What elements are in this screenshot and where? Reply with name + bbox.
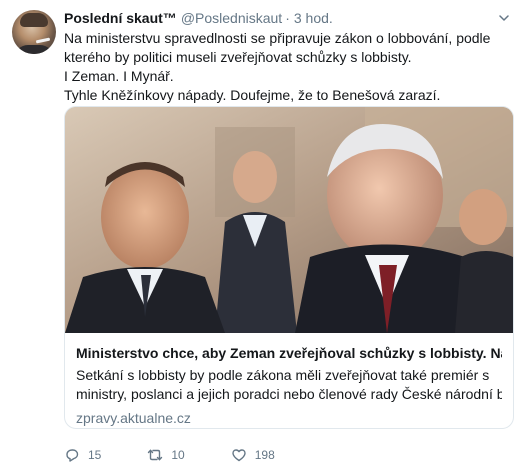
separator-dot: · [285, 10, 290, 26]
card-photo [65, 107, 513, 333]
tweet-header: Poslední skaut™ @Posledniskaut · 3 hod. [64, 9, 514, 27]
timestamp[interactable]: 3 hod. [294, 9, 333, 27]
retweet-count: 10 [171, 448, 185, 462]
avatar-cigarette [35, 37, 51, 44]
like-count: 198 [254, 448, 275, 462]
avatar[interactable] [12, 10, 56, 54]
heart-icon [232, 449, 246, 462]
retweet-icon [148, 449, 163, 461]
reply-count: 15 [88, 448, 102, 462]
card-body: Ministerstvo chce, aby Zeman zveřejňoval… [76, 344, 502, 427]
tweet-actions: 15 10 198 [64, 446, 321, 464]
link-card[interactable]: Ministerstvo chce, aby Zeman zveřejňoval… [64, 106, 514, 429]
retweet-button[interactable]: 10 [147, 447, 185, 463]
card-description: Setkání s lobbisty by podle zákona měli … [76, 366, 502, 404]
tweet-text-line: kterého by politici museli zveřejňovat s… [64, 49, 412, 65]
display-name[interactable]: Poslední skaut™ [64, 9, 177, 27]
reply-button[interactable]: 15 [64, 447, 101, 463]
tweet[interactable]: Poslední skaut™ @Posledniskaut · 3 hod. … [0, 0, 526, 469]
card-description-line: ministry, poslanci a jejich poradci nebo… [76, 386, 502, 402]
card-domain: zpravy.aktualne.cz [76, 410, 191, 426]
reply-icon [66, 449, 79, 462]
card-image[interactable] [65, 107, 513, 333]
card-title: Ministerstvo chce, aby Zeman zveřejňoval… [76, 345, 502, 361]
like-button[interactable]: 198 [231, 447, 275, 463]
tweet-content: Poslední skaut™ @Posledniskaut · 3 hod. … [64, 9, 514, 105]
chevron-down-icon[interactable] [498, 12, 510, 24]
tweet-text-line: Tyhle Kněžínkovy nápady. Doufejme, že to… [64, 87, 441, 103]
user-handle[interactable]: @Posledniskaut [181, 9, 282, 27]
tweet-text-line: I Zeman. I Mynář. [64, 68, 174, 84]
tweet-text: Na ministerstvu spravedlnosti se připrav… [64, 29, 514, 105]
avatar-shoulder [14, 45, 54, 54]
tweet-text-line: Na ministerstvu spravedlnosti se připrav… [64, 30, 491, 46]
card-description-line: Setkání s lobbisty by podle zákona měli … [76, 367, 490, 383]
avatar-hair [20, 13, 48, 27]
